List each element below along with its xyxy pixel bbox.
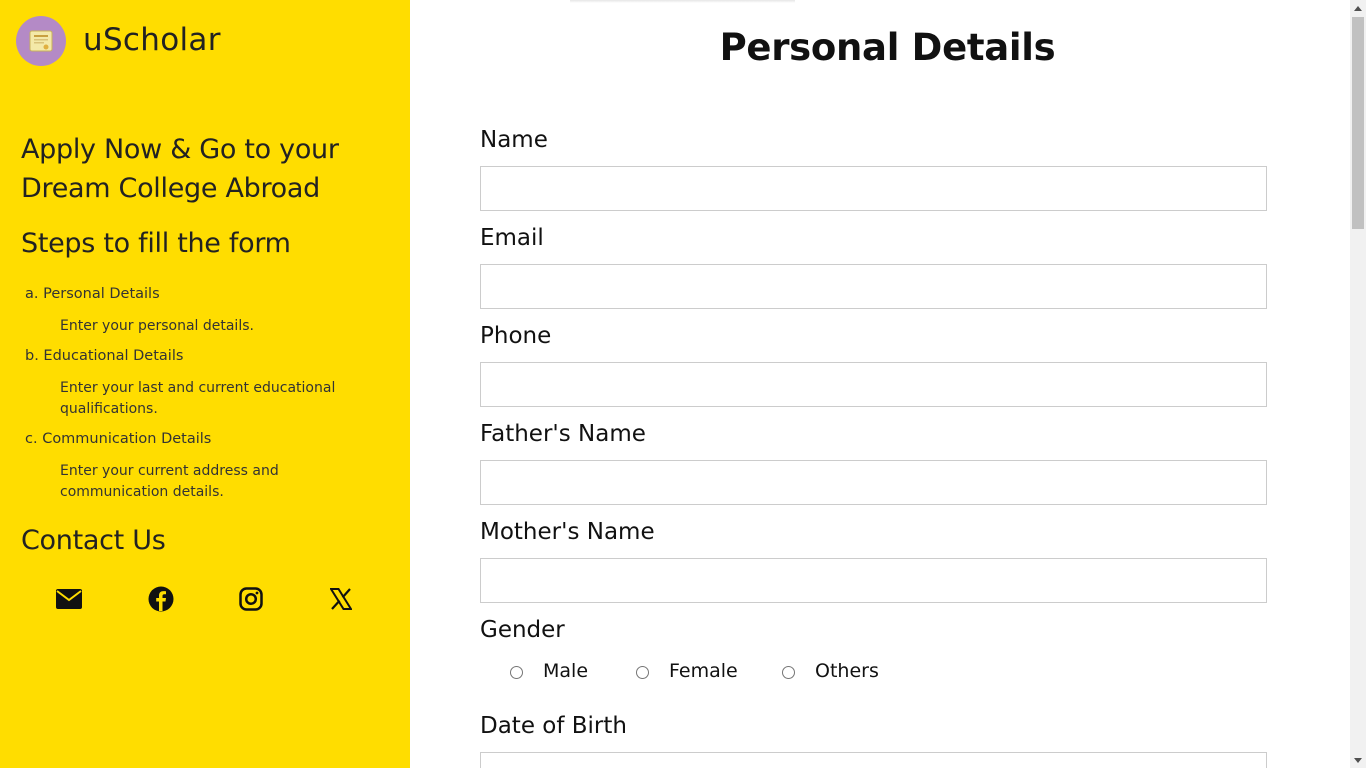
calendar-icon[interactable]: ⌄: [1236, 760, 1246, 768]
step-communication-details: c. Communication Details: [25, 431, 212, 447]
fathers-name-input[interactable]: [480, 460, 1267, 505]
phone-label: Phone: [480, 323, 552, 349]
instagram-icon[interactable]: [237, 585, 265, 613]
email-input[interactable]: [480, 264, 1267, 309]
scroll-up-arrow-icon[interactable]: [1350, 0, 1366, 16]
steps-title: Steps to fill the form: [21, 228, 291, 259]
scroll-thumb[interactable]: [1352, 17, 1364, 229]
brand-name[interactable]: uScholar: [83, 22, 221, 58]
gender-radio-male[interactable]: [510, 666, 523, 679]
gender-label-male[interactable]: Male: [543, 660, 588, 682]
phone-input[interactable]: [480, 362, 1267, 407]
step-educational-details: b. Educational Details: [25, 348, 184, 364]
envelope-icon[interactable]: [55, 585, 83, 613]
top-shadow: [570, 0, 795, 3]
step-personal-desc: Enter your personal details.: [60, 318, 254, 334]
dob-label: Date of Birth: [480, 713, 627, 739]
name-input[interactable]: [480, 166, 1267, 211]
contact-title: Contact Us: [21, 525, 166, 556]
mothers-name-label: Mother's Name: [480, 519, 655, 545]
page-title: Personal Details: [719, 26, 1056, 69]
brand-logo-wrap[interactable]: [16, 16, 66, 66]
sidebar-headline: Apply Now & Go to your Dream College Abr…: [21, 134, 339, 204]
step-personal-details: a. Personal Details: [25, 286, 160, 302]
fathers-name-label: Father's Name: [480, 421, 646, 447]
brand-logo-icon[interactable]: [16, 16, 66, 66]
step-educational-desc: Enter your last and current educational …: [60, 380, 336, 417]
step-communication-desc: Enter your current address and communica…: [60, 463, 279, 500]
gender-radio-female[interactable]: [636, 666, 649, 679]
sidebar: uScholar Apply Now & Go to your Dream Co…: [0, 0, 410, 768]
gender-label: Gender: [480, 617, 565, 643]
facebook-icon[interactable]: [147, 585, 175, 613]
gender-label-female[interactable]: Female: [669, 660, 738, 682]
x-twitter-icon[interactable]: [327, 585, 355, 613]
email-label: Email: [480, 225, 544, 251]
page-scrollbar[interactable]: [1350, 0, 1366, 768]
mothers-name-input[interactable]: [480, 558, 1267, 603]
gender-radio-others[interactable]: [782, 666, 795, 679]
gender-label-others[interactable]: Others: [815, 660, 879, 682]
name-label: Name: [480, 127, 548, 153]
scroll-down-arrow-icon[interactable]: [1350, 752, 1366, 768]
dob-input[interactable]: [480, 752, 1267, 768]
